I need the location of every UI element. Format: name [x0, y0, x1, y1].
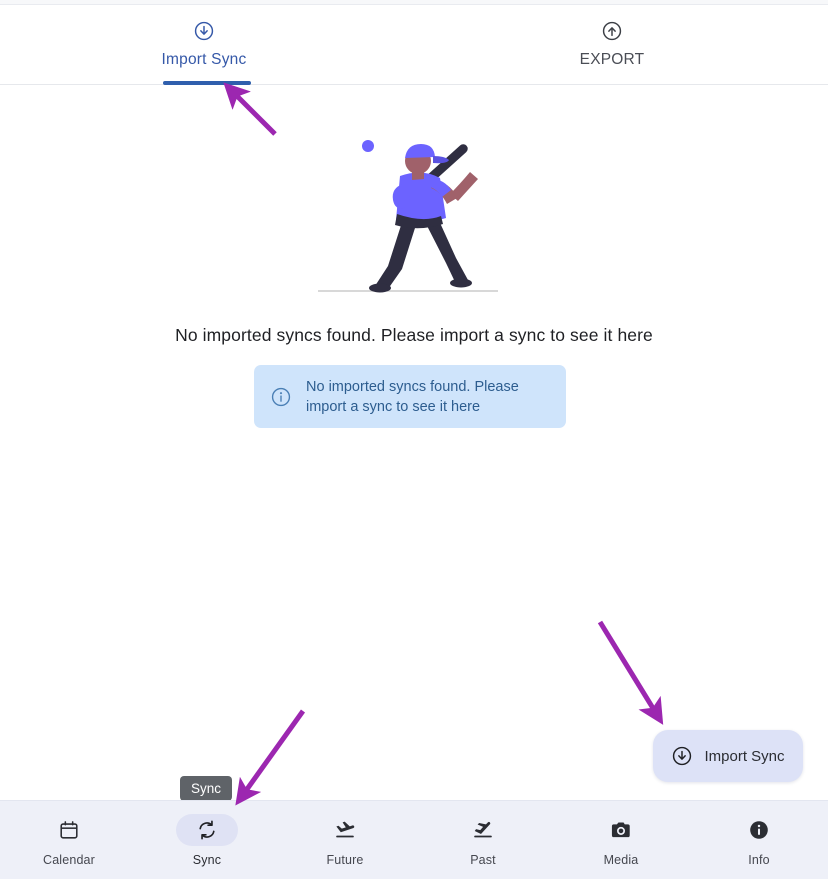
- app-root: Import Sync EXPORT No imported syncs fou…: [0, 0, 828, 879]
- nav-item-future-label: Future: [326, 852, 364, 867]
- nav-item-past-label: Past: [470, 852, 496, 867]
- import-sync-button[interactable]: Import Sync: [653, 730, 803, 782]
- tab-bar: Import Sync EXPORT: [0, 5, 828, 85]
- arrow-to-import-sync-tab: [223, 82, 277, 136]
- nav-item-calendar[interactable]: Calendar: [0, 801, 138, 879]
- nav-item-sync-label: Sync: [192, 852, 222, 867]
- arrow-to-import-sync-fab: [597, 620, 664, 725]
- nav-item-media[interactable]: Media: [552, 801, 690, 879]
- tab-export-label: EXPORT: [579, 51, 645, 68]
- upload-circle-icon: [601, 20, 623, 42]
- nav-item-sync[interactable]: Sync: [138, 801, 276, 879]
- tab-import-sync-label: Import Sync: [161, 51, 247, 68]
- tab-export[interactable]: EXPORT: [512, 5, 712, 84]
- calendar-icon: [58, 819, 80, 841]
- nav-item-future[interactable]: Future: [276, 801, 414, 879]
- tab-import-sync[interactable]: Import Sync: [104, 5, 304, 84]
- arrow-to-sync-nav-item: [235, 709, 306, 806]
- nav-item-info-label: Info: [748, 852, 770, 867]
- plane-landing-icon: [334, 819, 356, 841]
- plane-takeoff-icon: [472, 819, 494, 841]
- info-circle-icon: [270, 386, 292, 408]
- sync-tooltip: Sync: [180, 776, 233, 801]
- nav-item-calendar-label: Calendar: [43, 852, 95, 867]
- download-circle-icon: [671, 745, 693, 767]
- download-circle-icon: [193, 20, 215, 42]
- nav-item-media-label: Media: [603, 852, 639, 867]
- empty-state-title: No imported syncs found. Please import a…: [175, 325, 653, 345]
- nav-item-past[interactable]: Past: [414, 801, 552, 879]
- bottom-navigation-bar: Calendar Sync Future Past Media Info: [0, 800, 828, 879]
- info-snackbar: No imported syncs found. Please import a…: [254, 365, 566, 428]
- nav-item-info[interactable]: Info: [690, 801, 828, 879]
- info-snackbar-message: No imported syncs found. Please import a…: [306, 378, 519, 415]
- info-filled-icon: [748, 819, 770, 841]
- tab-active-indicator: [163, 81, 251, 85]
- import-sync-button-label: Import Sync: [704, 747, 785, 765]
- camera-icon: [610, 819, 632, 841]
- baseball-batter-illustration: [300, 128, 530, 308]
- sync-icon: [196, 819, 218, 841]
